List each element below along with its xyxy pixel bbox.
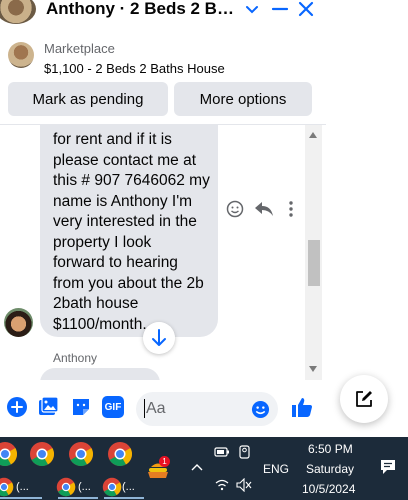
- chrome-icon[interactable]: [0, 441, 18, 467]
- scroll-down-arrow-icon[interactable]: [309, 366, 317, 372]
- wifi-icon[interactable]: [214, 478, 230, 492]
- clock-day[interactable]: Saturday: [306, 462, 354, 476]
- taskbar-app-label[interactable]: (...: [78, 481, 91, 493]
- chrome-icon[interactable]: [107, 441, 133, 467]
- photo-icon[interactable]: [37, 396, 59, 418]
- chat-title[interactable]: Anthony · 2 Beds 2 Baths ...: [46, 0, 242, 19]
- notification-badge: 1: [159, 456, 170, 467]
- text-caret: [144, 399, 145, 418]
- listing-thumbnail[interactable]: [8, 42, 34, 68]
- thumbs-up-icon[interactable]: [290, 395, 314, 419]
- more-options-button[interactable]: More options: [174, 82, 312, 116]
- chat-header: Anthony · 2 Beds 2 Baths ...: [0, 0, 326, 30]
- chrome-icon[interactable]: [68, 441, 94, 467]
- clock-time[interactable]: 6:50 PM: [308, 442, 353, 456]
- message-text: for rent and if it is please contact me …: [53, 131, 210, 333]
- notifications-icon[interactable]: [379, 458, 397, 476]
- scrollbar-thumb[interactable]: [308, 240, 320, 286]
- taskbar-app-label[interactable]: (...: [16, 481, 29, 493]
- taskbar-app-label[interactable]: (...: [122, 481, 135, 493]
- clock-date[interactable]: 10/5/2024: [302, 482, 355, 496]
- gif-button[interactable]: GIF: [102, 396, 124, 418]
- listing-title[interactable]: $1,100 - 2 Beds 2 Baths House: [44, 61, 225, 76]
- chevron-down-icon[interactable]: [244, 2, 260, 18]
- taskbar-active-indicator: [104, 497, 144, 499]
- reply-icon[interactable]: [254, 200, 274, 218]
- new-message-button[interactable]: [340, 375, 388, 423]
- chrome-icon[interactable]: [56, 477, 76, 497]
- message-bubble[interactable]: [40, 368, 160, 380]
- chrome-icon[interactable]: [0, 477, 14, 497]
- scroll-up-arrow-icon[interactable]: [309, 132, 317, 138]
- compose-icon: [356, 391, 372, 407]
- mark-as-pending-button[interactable]: Mark as pending: [8, 82, 168, 116]
- volume-muted-icon[interactable]: [236, 478, 252, 492]
- react-emoji-icon[interactable]: [226, 200, 244, 218]
- more-vertical-icon[interactable]: [286, 200, 296, 218]
- taskbar-active-indicator: [58, 497, 98, 499]
- emoji-icon[interactable]: [251, 400, 270, 419]
- sticker-icon[interactable]: [70, 396, 92, 418]
- battery-icon[interactable]: [214, 446, 230, 458]
- scroll-to-bottom-button[interactable]: [143, 322, 175, 354]
- camera-icon[interactable]: [238, 444, 252, 460]
- message-input-placeholder: Aa: [146, 400, 166, 417]
- taskbar-active-indicator: [0, 497, 42, 499]
- plus-circle-icon[interactable]: [6, 396, 28, 418]
- show-hidden-icons-icon[interactable]: [190, 462, 204, 472]
- language-indicator[interactable]: ENG: [263, 462, 289, 476]
- message-composer: GIF Aa: [0, 382, 326, 434]
- header-avatar[interactable]: [0, 0, 36, 24]
- chrome-icon[interactable]: [29, 441, 55, 467]
- marketplace-card: Marketplace $1,100 - 2 Beds 2 Baths Hous…: [0, 34, 326, 125]
- sender-name: Anthony: [53, 351, 98, 365]
- sender-avatar[interactable]: [4, 308, 33, 337]
- minimize-icon[interactable]: [270, 0, 290, 19]
- chrome-icon[interactable]: [102, 477, 122, 497]
- close-icon[interactable]: [296, 0, 316, 19]
- marketplace-label: Marketplace: [44, 41, 115, 56]
- message-thread: for rent and if it is please contact me …: [0, 125, 326, 380]
